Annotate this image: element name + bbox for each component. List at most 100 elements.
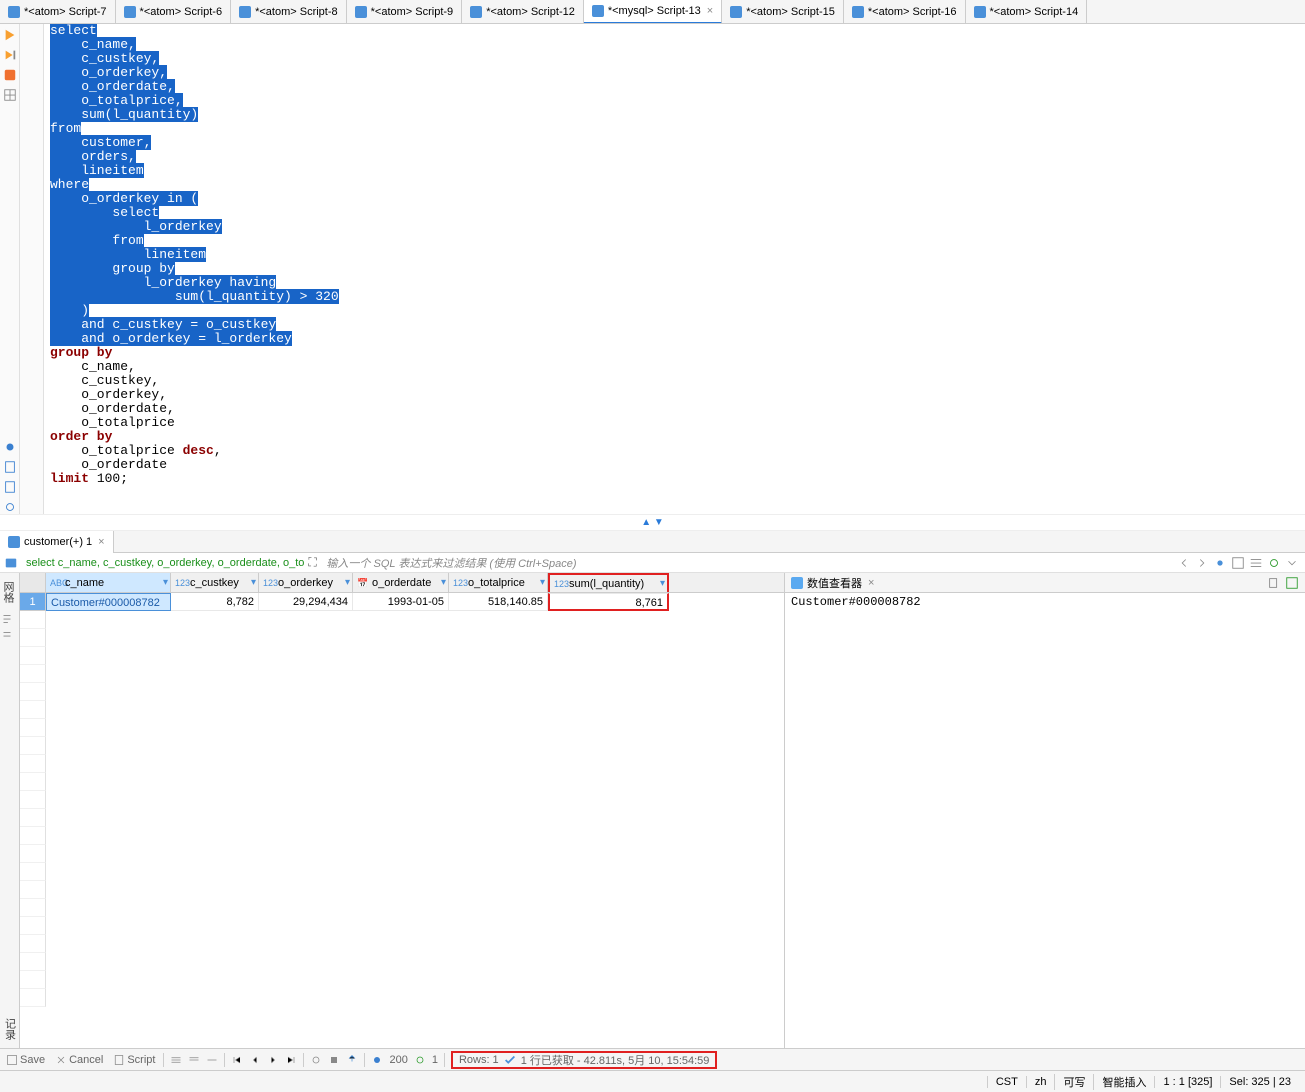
tab-script-12[interactable]: *<atom> Script-12 (462, 0, 584, 24)
filter-input[interactable]: 输入一个 SQL 表达式来过滤结果 (使用 Ctrl+Space) (322, 555, 1171, 571)
column-header-c_custkey[interactable]: 123c_custkey▾ (171, 573, 259, 592)
filter-icon[interactable]: ▾ (163, 577, 168, 588)
pin-icon[interactable] (1213, 556, 1227, 570)
expand-icon[interactable] (1285, 576, 1299, 590)
save-button[interactable]: Save (4, 1054, 47, 1066)
sql-icon (355, 6, 367, 18)
status-timezone: CST (987, 1076, 1026, 1088)
record-mode-label[interactable]: 记录 (2, 1018, 18, 1040)
grid-view-icon[interactable] (1231, 556, 1245, 570)
results-grid: ABCc_name▾ 123c_custkey▾ 123o_orderkey▾ … (20, 573, 785, 1048)
sql-text-icon[interactable] (4, 556, 18, 570)
filter-icon[interactable]: ▾ (540, 577, 545, 588)
prev-icon[interactable] (249, 1054, 261, 1066)
grid-mode-label: 网格 (0, 581, 16, 603)
tab-script-16[interactable]: *<atom> Script-16 (844, 0, 966, 24)
gear-icon[interactable] (371, 1054, 383, 1066)
column-header-sum[interactable]: 123sum(l_quantity)▾ (548, 573, 669, 592)
column-header-o_orderdate[interactable]: 📅o_orderdate▾ (353, 573, 449, 592)
table-row[interactable]: 1 Customer#000008782 8,782 29,294,434 19… (20, 593, 784, 611)
filter-bar: select c_name, c_custkey, o_orderkey, o_… (0, 553, 1305, 573)
tab-label: *<atom> Script-6 (140, 6, 223, 18)
dup-row-icon[interactable] (188, 1054, 200, 1066)
viewer-content[interactable]: Customer#000008782 (785, 593, 1305, 1048)
gear-icon[interactable] (3, 440, 17, 454)
refresh-icon[interactable] (1267, 556, 1281, 570)
autorefresh-icon[interactable] (414, 1054, 426, 1066)
add-row-icon[interactable] (170, 1054, 182, 1066)
cell-sum[interactable]: 8,761 (548, 593, 669, 611)
status-bar: CST zh 可写 智能插入 1 : 1 [325] Sel: 325 | 23 (0, 1070, 1305, 1092)
filter-icon[interactable]: ▾ (345, 577, 350, 588)
close-icon[interactable]: × (98, 536, 104, 548)
filter-icon[interactable]: ▾ (441, 577, 446, 588)
tab-label: *<atom> Script-12 (486, 6, 575, 18)
nav-prev-icon[interactable] (1177, 556, 1191, 570)
del-row-icon[interactable] (206, 1054, 218, 1066)
sql-icon (239, 6, 251, 18)
check-icon (503, 1053, 517, 1067)
expand-icon[interactable]: ⛶ (308, 555, 322, 570)
text2-tab-icon[interactable] (0, 629, 14, 643)
export-icon[interactable] (346, 1054, 358, 1066)
fetch-size[interactable]: 200 (389, 1054, 407, 1066)
sash-handle[interactable]: ▲ ▼ (0, 514, 1305, 531)
doc-icon[interactable] (3, 460, 17, 474)
tab-script-15[interactable]: *<atom> Script-15 (722, 0, 844, 24)
editor-gutter (20, 24, 44, 514)
nav-next-icon[interactable] (1195, 556, 1209, 570)
tab-label: *<atom> Script-16 (868, 6, 957, 18)
cell-c_name[interactable]: Customer#000008782 (46, 593, 171, 611)
last-icon[interactable] (285, 1054, 297, 1066)
tab-script-8[interactable]: *<atom> Script-8 (231, 0, 347, 24)
tab-script-13[interactable]: *<mysql> Script-13× (584, 0, 722, 24)
table-icon (8, 536, 20, 548)
first-icon[interactable] (231, 1054, 243, 1066)
tab-label: *<atom> Script-7 (24, 6, 107, 18)
close-icon[interactable]: × (707, 5, 713, 17)
column-header-o_orderkey[interactable]: 123o_orderkey▾ (259, 573, 353, 592)
cell-o_orderkey[interactable]: 29,294,434 (259, 593, 353, 611)
side-tabs-top[interactable]: 网格 (0, 581, 19, 646)
next-icon[interactable] (267, 1054, 279, 1066)
sql-editor[interactable]: select c_name, c_custkey, o_orderkey, o_… (20, 24, 1305, 514)
column-header-o_totalprice[interactable]: 123o_totalprice▾ (449, 573, 548, 592)
tab-label: *<atom> Script-8 (255, 6, 338, 18)
cell-c_custkey[interactable]: 8,782 (171, 593, 259, 611)
results-tabs-bar: customer(+) 1 × (0, 531, 1305, 553)
close-icon[interactable]: × (868, 577, 874, 589)
text-tab-icon[interactable] (0, 612, 14, 626)
grid-header: ABCc_name▾ 123c_custkey▾ 123o_orderkey▾ … (20, 573, 784, 593)
grid-corner[interactable] (20, 573, 46, 592)
filter-icon[interactable]: ▾ (251, 577, 256, 588)
run-step-icon[interactable] (3, 48, 17, 62)
sql-icon (470, 6, 482, 18)
script-button[interactable]: Script (111, 1054, 157, 1066)
number-type-icon: 123 (453, 578, 465, 588)
chevron-down-icon[interactable] (1285, 556, 1299, 570)
copy-icon[interactable] (1267, 576, 1281, 590)
refresh-icon[interactable] (310, 1054, 322, 1066)
explain-icon[interactable] (3, 68, 17, 82)
tab-script-14[interactable]: *<atom> Script-14 (966, 0, 1088, 24)
results-tab-customer[interactable]: customer(+) 1 × (0, 531, 114, 553)
tab-script-6[interactable]: *<atom> Script-6 (116, 0, 232, 24)
run-icon[interactable] (3, 28, 17, 42)
doc2-icon[interactable] (3, 480, 17, 494)
row-number[interactable]: 1 (20, 593, 46, 611)
status-locale: zh (1026, 1076, 1055, 1088)
viewer-title: 数值查看器 (807, 575, 862, 591)
record-view-icon[interactable] (1249, 556, 1263, 570)
grid-icon[interactable] (3, 88, 17, 102)
value-viewer-pane: 数值查看器 × Customer#000008782 (785, 573, 1305, 1048)
cell-o_totalprice[interactable]: 518,140.85 (449, 593, 548, 611)
tab-script-9[interactable]: *<atom> Script-9 (347, 0, 463, 24)
sql-icon (852, 6, 864, 18)
column-header-c_name[interactable]: ABCc_name▾ (46, 573, 171, 592)
filter-icon[interactable]: ▾ (660, 578, 665, 589)
cancel-button[interactable]: Cancel (53, 1054, 105, 1066)
stop-icon[interactable] (328, 1054, 340, 1066)
link-icon[interactable] (3, 500, 17, 514)
tab-script-7[interactable]: *<atom> Script-7 (0, 0, 116, 24)
cell-o_orderdate[interactable]: 1993-01-05 (353, 593, 449, 611)
